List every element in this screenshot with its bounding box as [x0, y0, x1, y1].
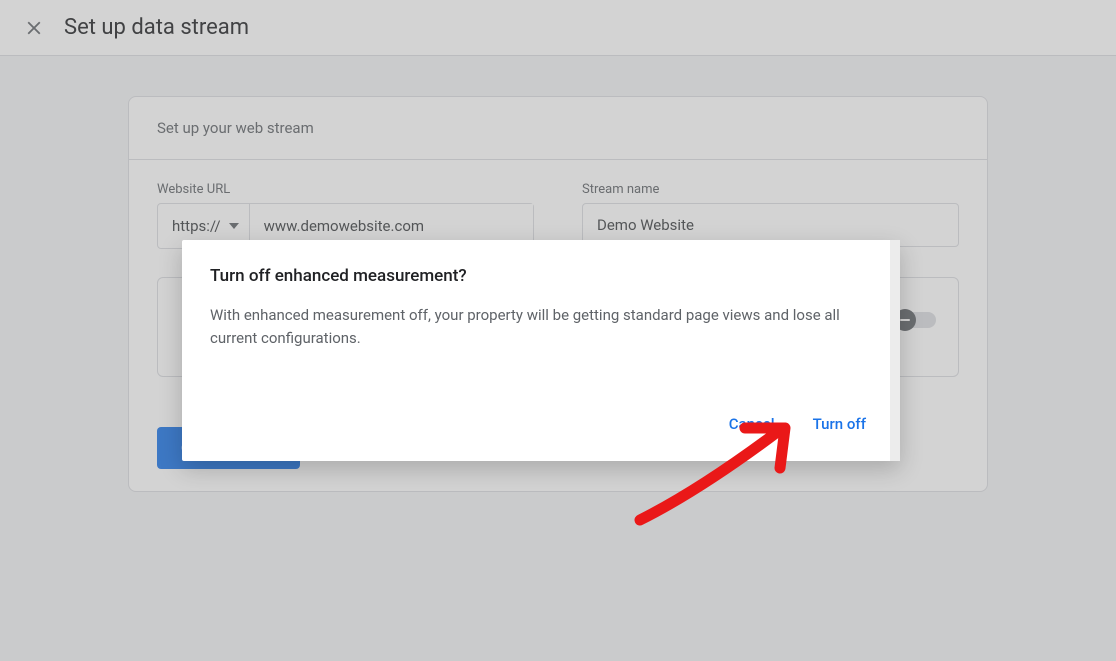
confirmation-dialog: Turn off enhanced measurement? With enha… [182, 240, 900, 461]
cancel-button[interactable]: Cancel [723, 407, 781, 441]
turn-off-button[interactable]: Turn off [807, 407, 872, 441]
dialog-actions: Cancel Turn off [210, 407, 872, 441]
dialog-scrollbar[interactable] [890, 240, 900, 461]
dialog-title: Turn off enhanced measurement? [210, 266, 872, 286]
dialog-body: With enhanced measurement off, your prop… [210, 304, 872, 351]
